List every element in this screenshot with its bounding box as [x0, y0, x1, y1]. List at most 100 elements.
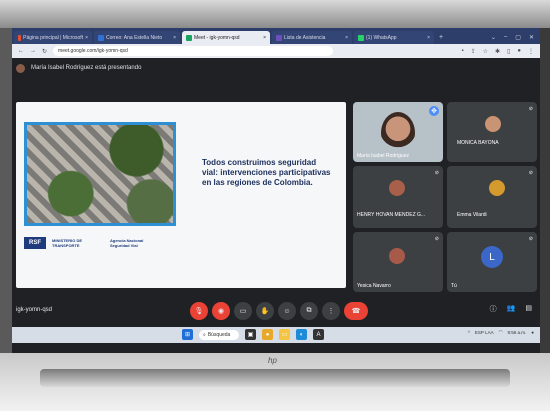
presentation-slide: Todos construimos seguridad vial: interv…	[16, 102, 346, 288]
browser-tab-strip: Página principal | Microsoft × Correo: A…	[12, 28, 540, 44]
lang-indicator[interactable]: ESP LAA	[475, 330, 494, 335]
participant-tile[interactable]: L ⊘ Tú	[447, 232, 537, 292]
extensions-icon[interactable]: ✱	[495, 48, 500, 55]
pin-icon[interactable]: ✥	[429, 106, 439, 116]
laptop-base	[40, 369, 510, 387]
participant-grid: ✥ María Isabel Rodríguez ⊘ MONICA BAYONA…	[353, 102, 537, 298]
star-icon[interactable]: ☆	[483, 48, 488, 55]
tab-meet[interactable]: Meet - igk-yomn-qsd ×	[182, 31, 270, 44]
info-icon[interactable]: ⓘ	[490, 304, 497, 314]
phone-icon: ☎	[351, 308, 361, 315]
participant-video	[389, 180, 405, 196]
present-button[interactable]: ⧉	[300, 302, 318, 320]
minimize-icon[interactable]: –	[504, 34, 507, 41]
camera-off-icon: ◉	[217, 308, 225, 315]
raise-hand-button[interactable]: ✋	[256, 302, 274, 320]
slide-title: Todos construimos seguridad vial: interv…	[202, 158, 331, 187]
search-icon: ⌕	[203, 331, 206, 338]
taskbar-center: ⊞ ⌕ Búsqueda ▣ ● ▭ ◐ A	[182, 329, 324, 340]
rsf-logo: RSF	[24, 237, 46, 249]
people-icon[interactable]: 👥	[507, 304, 516, 314]
close-icon[interactable]: ×	[345, 35, 348, 41]
participant-tile[interactable]: ⊘ HENRY HOVAN MENDEZ G...	[353, 166, 443, 228]
tab-outlook[interactable]: Correo: Ana Estella Nieto ×	[94, 31, 180, 44]
more-icon: ⋮	[327, 308, 335, 315]
window-controls: ⌄ – ▢ ✕	[485, 34, 540, 44]
more-options-button[interactable]: ⋮	[322, 302, 340, 320]
participant-name: Yesica Navarro	[357, 283, 391, 289]
participant-tile[interactable]: ⊘ Emma Vilardi	[447, 166, 537, 228]
toolbar-icons: ▪ ⇪ ☆ ✱ ▯ ● ⋮	[461, 48, 534, 55]
chat-icon[interactable]: ▤	[525, 304, 532, 314]
tab-asistencia[interactable]: Lista de Asistencia ×	[272, 31, 352, 44]
participant-video	[489, 180, 505, 196]
participant-tile[interactable]: ⊘ Yesica Navarro	[353, 232, 443, 292]
sidebar-icon[interactable]: ▯	[507, 48, 510, 55]
participant-name: MONICA BAYONA	[457, 140, 499, 146]
tab-microsoft[interactable]: Página principal | Microsoft ×	[14, 31, 92, 44]
profile-icon[interactable]: ●	[517, 48, 521, 55]
share-icon[interactable]: ⇪	[471, 48, 476, 55]
menu-icon[interactable]: ⋮	[528, 48, 534, 55]
reload-icon[interactable]: ↻	[42, 48, 47, 55]
app-icon[interactable]: A	[313, 329, 324, 340]
chevron-up-icon[interactable]: ^	[468, 330, 470, 335]
close-window-icon[interactable]: ✕	[529, 34, 534, 41]
notification-icon[interactable]: ●	[531, 330, 534, 335]
emoji-icon: ☺	[283, 307, 291, 315]
forward-icon[interactable]: →	[30, 48, 36, 54]
participant-tile[interactable]: ✥ María Isabel Rodríguez	[353, 102, 443, 162]
meeting-code: igk-yomn-qsd	[16, 307, 53, 313]
ministerio-logo: MINISTERIO DE TRANSPORTE	[52, 238, 83, 248]
clock[interactable]: 9:56 a.m.	[508, 330, 527, 335]
emoji-button[interactable]: ☺	[278, 302, 296, 320]
camera-toggle-button[interactable]: ◉	[212, 302, 230, 320]
outlook-icon	[98, 34, 104, 41]
close-icon[interactable]: ×	[173, 35, 176, 41]
call-controls: 🎙 ◉ ▭ ✋ ☺ ⧉ ⋮ ☎	[190, 302, 368, 320]
close-icon[interactable]: ×	[263, 35, 266, 41]
captions-icon: ▭	[239, 308, 247, 315]
wifi-icon[interactable]: ◠	[499, 329, 503, 335]
close-icon[interactable]: ×	[85, 35, 88, 41]
avatar: L	[481, 246, 503, 268]
explorer-icon[interactable]: ▭	[279, 329, 290, 340]
tab-label: Lista de Asistencia	[284, 34, 326, 41]
slide-aerial-photo	[24, 122, 176, 226]
maximize-icon[interactable]: ▢	[515, 34, 521, 41]
camera-icon[interactable]: ▪	[461, 48, 463, 55]
url-text: meet.google.com/igk-yomn-qsd	[58, 48, 128, 54]
system-tray: ^ ESP LAA ◠ 9:56 a.m. ●	[468, 329, 534, 335]
task-view-icon[interactable]: ▣	[245, 329, 256, 340]
mic-toggle-button[interactable]: 🎙	[190, 302, 208, 320]
presenting-banner: María Isabel Rodríguez está presentando	[12, 58, 540, 78]
captions-button[interactable]: ▭	[234, 302, 252, 320]
participant-tile[interactable]: ⊘ MONICA BAYONA	[447, 102, 537, 162]
participant-name: HENRY HOVAN MENDEZ G...	[357, 212, 426, 218]
participant-name: María Isabel Rodríguez	[357, 153, 409, 159]
edge-icon[interactable]: ◐	[296, 329, 307, 340]
tab-whatsapp[interactable]: (1) WhatsApp ×	[354, 31, 434, 44]
url-input[interactable]: meet.google.com/igk-yomn-qsd	[53, 46, 334, 56]
agencia-logo: Agencia Nacional Seguridad Vial	[110, 238, 144, 248]
avatar	[16, 63, 25, 73]
tab-label: Meet - igk-yomn-qsd	[194, 34, 240, 41]
hp-logo: hp	[268, 356, 277, 365]
tab-label: Correo: Ana Estella Nieto	[106, 34, 163, 41]
hand-icon: ✋	[260, 308, 270, 315]
chrome-icon[interactable]: ●	[262, 329, 273, 340]
meet-control-bar: igk-yomn-qsd 🎙 ◉ ▭ ✋ ☺ ⧉ ⋮ ☎ ⓘ 👥 ▤	[12, 300, 540, 324]
hang-up-button[interactable]: ☎	[344, 302, 368, 320]
laptop-hinge: hp	[0, 353, 550, 411]
back-icon[interactable]: ←	[18, 48, 24, 54]
close-icon[interactable]: ×	[427, 35, 430, 41]
tab-label: (1) WhatsApp	[366, 34, 397, 41]
mic-off-icon: ⊘	[528, 170, 533, 176]
windows-icon[interactable]: ⊞	[182, 329, 193, 340]
chevron-down-icon[interactable]: ⌄	[491, 34, 496, 41]
new-tab-icon[interactable]: +	[436, 34, 446, 44]
taskbar-search[interactable]: ⌕ Búsqueda	[199, 329, 239, 340]
microsoft-icon	[18, 34, 22, 41]
forms-icon	[276, 34, 282, 41]
laptop: Página principal | Microsoft × Correo: A…	[0, 0, 550, 411]
